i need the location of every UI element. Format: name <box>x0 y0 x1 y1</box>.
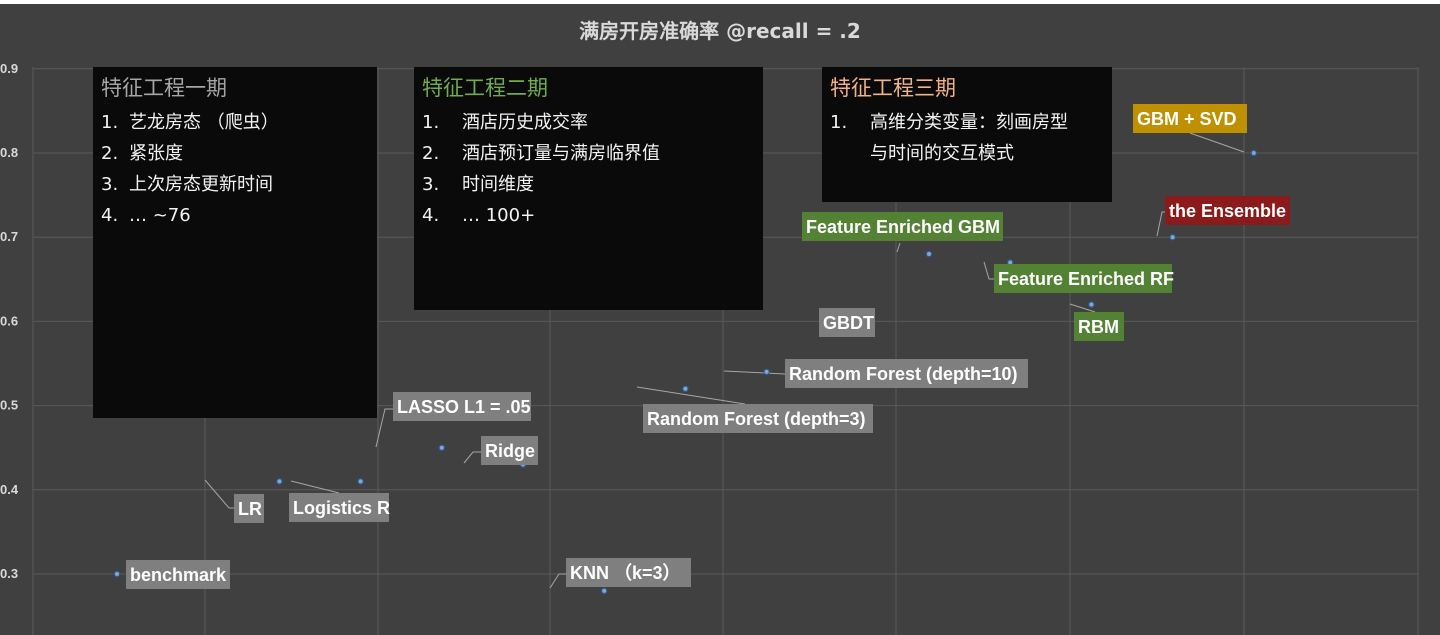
y-tick-label: 0.5 <box>0 398 18 413</box>
data-point <box>357 478 364 485</box>
data-label-text: Logistics R <box>293 498 390 518</box>
data-label: Random Forest (depth=3) <box>643 404 873 433</box>
data-label: Logistics R <box>289 493 390 522</box>
data-point <box>763 368 770 376</box>
y-tick-label: 0.8 <box>0 145 18 160</box>
phase-list-item: 3. 上次房态更新时间 <box>101 169 369 200</box>
leader-line <box>204 479 234 509</box>
data-label: RBM <box>1074 312 1124 341</box>
data-label-text: Feature Enriched GBM <box>806 217 1000 237</box>
chart-frame: 满房开房准确率 @recall = .2 0.3 0.4 0.5 0.6 0.7 0.8 0… <box>0 0 1440 635</box>
list-item-number: 2. <box>101 143 119 164</box>
phase-three-title: 特征工程三期 <box>830 76 956 100</box>
data-label-text: RBM <box>1078 317 1119 337</box>
phase-list-item: 1. 酒店历史成交率 <box>422 107 755 138</box>
leader-line <box>636 386 746 405</box>
data-label: LR <box>234 494 264 523</box>
data-label-text: Random Forest (depth=3) <box>647 409 866 429</box>
list-item-number: 2. <box>422 143 440 164</box>
data-label: Feature Enriched GBM <box>802 212 1003 241</box>
data-point <box>438 444 445 451</box>
phase-one-box: 特征工程一期 1. 艺龙房态 （爬虫） 2. 紧张度 3. 上次房态更新时间 4. … ~76 <box>93 67 377 418</box>
list-item-text: 与时间的交互模式 <box>870 143 1014 164</box>
data-point <box>276 478 283 485</box>
data-label: benchmark <box>126 560 230 589</box>
list-item-number: 1. <box>101 112 119 133</box>
phase-two-title: 特征工程二期 <box>422 76 548 100</box>
phase-three-box: 特征工程三期 1. 高维分类变量：刻画房型 与时间的交互模式 <box>822 67 1112 202</box>
data-label-text: LASSO L1 = .05 <box>397 397 531 417</box>
leader-line <box>463 451 481 464</box>
y-tick-label: 0.4 <box>0 482 19 497</box>
list-item-text: 高维分类变量：刻画房型 <box>870 112 1068 133</box>
leader-line <box>1189 132 1245 153</box>
phase-list-item: 1. 高维分类变量：刻画房型 <box>830 107 1104 138</box>
leader-line <box>375 408 393 448</box>
data-label-text: Feature Enriched RF <box>998 269 1174 289</box>
leader-line <box>896 242 901 253</box>
list-item-number: 3. <box>422 174 440 195</box>
list-item-text: … 100+ <box>462 205 536 226</box>
list-item-number: 4. <box>101 205 119 226</box>
phase-one-list: 1. 艺龙房态 （爬虫） 2. 紧张度 3. 上次房态更新时间 4. … ~76 <box>101 107 369 231</box>
leader-line <box>723 370 786 375</box>
data-point <box>1250 149 1258 157</box>
phase-list-item: 4. … ~76 <box>101 200 369 231</box>
list-item-text: … ~76 <box>129 205 191 226</box>
data-label-text: benchmark <box>130 565 227 585</box>
data-label-text: KNN （k=3） <box>570 563 681 583</box>
data-label: GBDT <box>819 308 875 337</box>
y-tick-label: 0.3 <box>0 566 18 581</box>
phase-list-item: 2. 酒店预订量与满房临界值 <box>422 138 755 169</box>
data-point <box>1088 301 1095 308</box>
data-label: Ridge <box>481 436 538 465</box>
phase-list-item: 与时间的交互模式 <box>830 138 1104 169</box>
data-point <box>113 570 121 578</box>
phase-list-item: 4. … 100+ <box>422 200 755 231</box>
y-tick-label: 0.9 <box>0 61 18 76</box>
phase-list-item: 2. 紧张度 <box>101 138 369 169</box>
data-label-text: GBDT <box>823 313 874 333</box>
data-point <box>682 385 689 392</box>
phase-list-item: 3. 时间维度 <box>422 169 755 200</box>
data-label: Feature Enriched RF <box>994 264 1174 293</box>
list-item-text: 艺龙房态 （爬虫） <box>129 112 279 133</box>
list-item-number <box>830 138 870 169</box>
list-item-text: 紧张度 <box>129 143 183 164</box>
data-point <box>925 250 933 258</box>
data-label: the Ensemble <box>1165 196 1290 225</box>
phase-list-item: 1. 艺龙房态 （爬虫） <box>101 107 369 138</box>
y-tick-label: 0.7 <box>0 229 18 244</box>
data-label-text: LR <box>238 499 262 519</box>
leader-line <box>549 573 566 589</box>
list-item-number: 3. <box>101 174 119 195</box>
list-item-text: 酒店历史成交率 <box>462 112 588 133</box>
y-tick-label: 0.6 <box>0 313 18 328</box>
data-label: LASSO L1 = .05 <box>393 392 531 421</box>
data-label-text: Random Forest (depth=10) <box>789 364 1018 384</box>
list-item-text: 上次房态更新时间 <box>129 174 273 195</box>
phase-three-list: 1. 高维分类变量：刻画房型 与时间的交互模式 <box>830 107 1104 169</box>
data-label: GBM + SVD <box>1133 104 1247 133</box>
list-item-text: 酒店预订量与满房临界值 <box>462 143 660 164</box>
phase-two-box: 特征工程二期 1. 酒店历史成交率 2. 酒店预订量与满房临界值 3. 时间维度 4. … 1… <box>414 67 763 310</box>
phase-one-title: 特征工程一期 <box>101 76 227 100</box>
list-item-number: 1. <box>830 112 848 133</box>
list-item-number: 1. <box>422 112 440 133</box>
list-item-text: 时间维度 <box>462 174 534 195</box>
data-label: Random Forest (depth=10) <box>785 359 1028 388</box>
data-point <box>1169 233 1176 241</box>
y-axis-ticks: 0.3 0.4 0.5 0.6 0.7 0.8 0.9 <box>0 61 19 581</box>
list-item-number: 4. <box>422 205 440 226</box>
data-point <box>601 587 608 595</box>
data-label-text: the Ensemble <box>1169 201 1286 221</box>
phase-two-list: 1. 酒店历史成交率 2. 酒店预订量与满房临界值 3. 时间维度 4. … 100+ <box>422 107 755 231</box>
data-label-text: GBM + SVD <box>1137 109 1237 129</box>
leader-line <box>290 480 340 494</box>
leader-line <box>983 261 994 280</box>
leader-line <box>1156 211 1165 237</box>
chart-title: 满房开房准确率 @recall = .2 <box>579 19 861 43</box>
data-label-text: Ridge <box>485 441 535 461</box>
data-label: KNN （k=3） <box>566 558 691 587</box>
